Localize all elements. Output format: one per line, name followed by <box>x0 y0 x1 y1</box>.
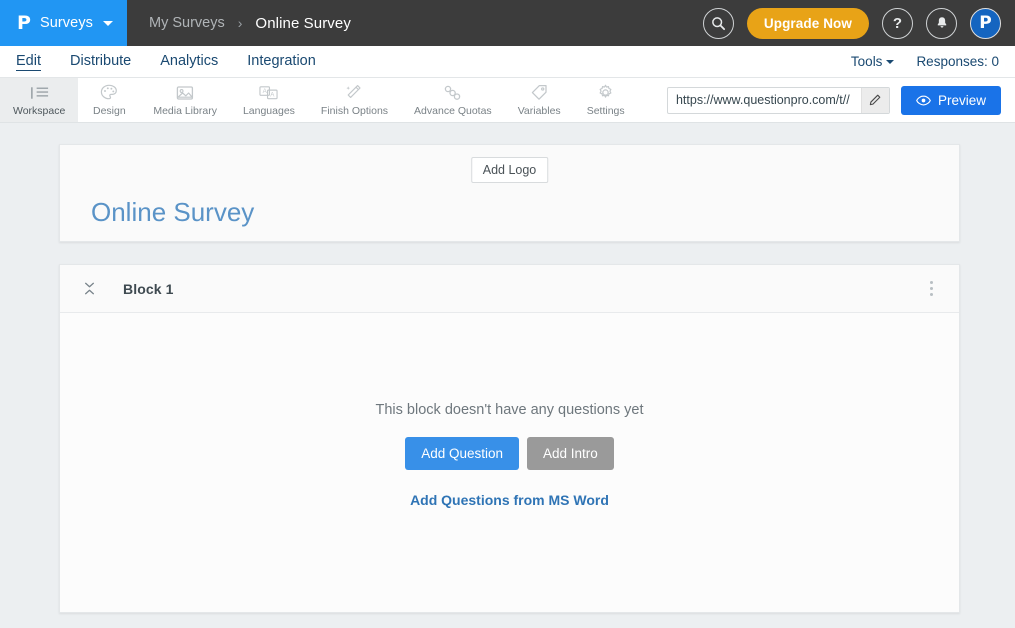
block-title[interactable]: Block 1 <box>123 281 926 297</box>
magic-wand-icon <box>345 84 363 102</box>
toolbar-label-media-library: Media Library <box>153 104 217 117</box>
preview-label: Preview <box>937 92 986 108</box>
survey-header-card: Add Logo Online Survey <box>59 144 960 242</box>
nav-right-actions: Tools Responses: 0 <box>851 54 999 69</box>
block-header: Block 1 <box>60 265 959 313</box>
block-body-empty-state: This block doesn't have any questions ye… <box>60 313 959 612</box>
tools-label: Tools <box>850 54 883 69</box>
brand-surveys-switcher[interactable]: P Surveys <box>0 0 127 46</box>
toolbar-label-advance-quotas: Advance Quotas <box>414 104 492 117</box>
editor-toolbar: Workspace Design Media Library A A Langu… <box>0 78 1015 123</box>
toolbar-label-settings: Settings <box>586 104 625 117</box>
upgrade-now-button[interactable]: Upgrade Now <box>746 7 869 39</box>
question-mark-icon: ? <box>892 14 903 32</box>
empty-state-actions: Add Question Add Intro <box>405 437 614 470</box>
nav-tabs: Edit Distribute Analytics Integration <box>16 53 851 71</box>
questionpro-logo-icon: P <box>17 11 31 34</box>
tab-integration[interactable]: Integration <box>247 53 316 70</box>
survey-url-box[interactable]: https://www.questionpro.com/t// <box>666 86 890 114</box>
toolbar-item-variables[interactable]: Variables <box>505 78 574 122</box>
toolbar-item-design[interactable]: Design <box>78 78 140 122</box>
toolbar-label-finish-options: Finish Options <box>320 104 389 117</box>
block-card: Block 1 This block doesn't have any ques… <box>59 264 960 613</box>
chevron-down-icon <box>886 59 895 64</box>
add-question-button[interactable]: Add Question <box>405 437 519 470</box>
top-header-bar: P Surveys My Surveys › Online Survey Upg… <box>0 0 1015 46</box>
tab-edit[interactable]: Edit <box>16 53 41 71</box>
survey-title[interactable]: Online Survey <box>91 197 254 228</box>
collapse-expand-icon[interactable] <box>81 282 97 295</box>
toolbar-item-media-library[interactable]: Media Library <box>140 78 230 122</box>
tag-icon <box>531 84 548 102</box>
gear-icon <box>597 84 614 102</box>
eye-icon <box>916 95 931 105</box>
toolbar-label-design: Design <box>92 104 126 117</box>
survey-url-text: https://www.questionpro.com/t// <box>675 93 850 107</box>
kebab-dot <box>930 281 933 284</box>
header-actions: Upgrade Now ? P <box>702 0 1015 46</box>
add-intro-button[interactable]: Add Intro <box>527 437 614 470</box>
toolbar-item-languages[interactable]: A A Languages <box>230 78 308 122</box>
search-icon <box>712 16 725 30</box>
primary-nav-bar: Edit Distribute Analytics Integration To… <box>0 46 1015 78</box>
tab-analytics[interactable]: Analytics <box>160 53 218 70</box>
translate-icon: A A <box>259 84 279 102</box>
toolbar-item-finish-options[interactable]: Finish Options <box>308 78 401 122</box>
help-button[interactable]: ? <box>882 7 913 39</box>
breadcrumb-current-survey: Online Survey <box>255 14 351 32</box>
toolbar-item-advance-quotas[interactable]: Advance Quotas <box>401 78 505 122</box>
image-icon <box>176 84 194 102</box>
breadcrumb-my-surveys[interactable]: My Surveys <box>149 15 225 31</box>
pencil-icon <box>870 94 881 106</box>
add-logo-button[interactable]: Add Logo <box>470 157 549 183</box>
user-avatar[interactable]: P <box>970 7 1001 39</box>
svg-text:A: A <box>263 88 268 95</box>
kebab-dot <box>930 287 933 290</box>
toolbar-right-actions: https://www.questionpro.com/t// Preview <box>666 78 1015 122</box>
toolbar-label-variables: Variables <box>517 104 561 117</box>
tools-dropdown[interactable]: Tools <box>851 54 895 69</box>
chain-link-icon <box>443 84 462 102</box>
preview-button[interactable]: Preview <box>900 85 1001 115</box>
kebab-menu-icon[interactable] <box>926 277 937 300</box>
breadcrumb: My Surveys › Online Survey <box>127 0 703 46</box>
toolbar-label-languages: Languages <box>242 104 295 117</box>
chevron-down-icon <box>103 20 114 26</box>
notifications-button[interactable] <box>926 7 957 39</box>
add-questions-from-ms-word-link[interactable]: Add Questions from MS Word <box>410 492 609 508</box>
empty-state-message: This block doesn't have any questions ye… <box>375 402 644 418</box>
toolbar-label-workspace: Workspace <box>13 104 66 117</box>
survey-canvas: Add Logo Online Survey Block 1 This bloc… <box>0 123 1015 613</box>
workspace-icon <box>29 84 50 102</box>
bell-icon <box>937 17 946 28</box>
responses-counter: Responses: 0 <box>916 54 999 69</box>
avatar-initial: P <box>979 13 992 33</box>
toolbar-item-settings[interactable]: Settings <box>574 78 638 122</box>
svg-text:A: A <box>271 92 276 99</box>
toolbar-items: Workspace Design Media Library A A Langu… <box>0 78 667 122</box>
brand-label: Surveys <box>39 15 94 31</box>
kebab-dot <box>930 293 933 296</box>
edit-url-button[interactable] <box>860 87 889 113</box>
search-button[interactable] <box>702 7 734 39</box>
palette-icon <box>100 84 118 102</box>
toolbar-item-workspace[interactable]: Workspace <box>0 78 79 122</box>
tab-distribute[interactable]: Distribute <box>70 53 131 70</box>
breadcrumb-separator-icon: › <box>237 15 243 31</box>
